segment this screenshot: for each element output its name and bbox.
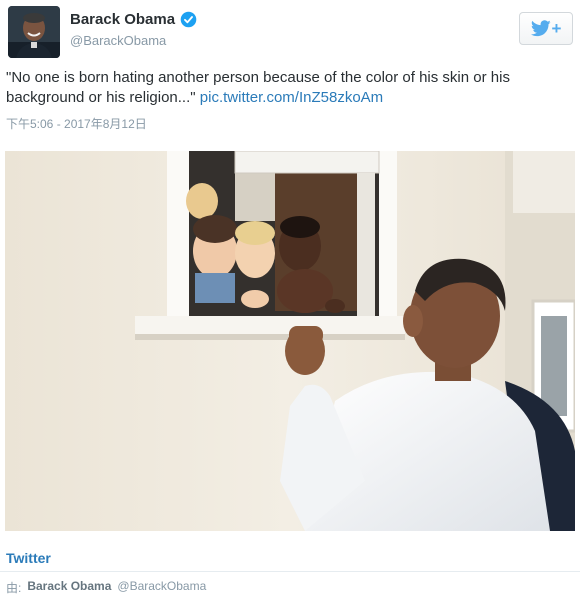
tweet-text: "No one is born hating another person be…	[6, 68, 566, 108]
follow-plus-glyph: +	[551, 19, 562, 38]
byline-prefix: 由:	[6, 581, 22, 595]
footer-divider	[0, 571, 580, 572]
byline: 由: Barack Obama @BarackObama	[6, 579, 206, 596]
author-display-name[interactable]: Barack Obama	[70, 11, 175, 28]
follow-button[interactable]: +	[519, 12, 573, 45]
author-handle[interactable]: @BarackObama	[70, 33, 166, 48]
tweet-media-link[interactable]: pic.twitter.com/InZ58zkoAm	[200, 89, 383, 106]
embedded-tweet-card: Barack Obama @BarackObama + "No one is b…	[0, 0, 580, 600]
verified-badge-icon	[180, 11, 197, 28]
tweet-timestamp[interactable]: 下午5:06 - 2017年8月12日	[6, 115, 147, 132]
author-name-row[interactable]: Barack Obama	[70, 11, 197, 28]
source-twitter-link[interactable]: Twitter	[6, 550, 51, 566]
twitter-bird-icon	[530, 20, 551, 37]
author-avatar[interactable]	[8, 6, 60, 58]
avatar-image	[8, 6, 60, 58]
tweet-photo[interactable]	[5, 151, 575, 531]
byline-handle[interactable]: @BarackObama	[117, 579, 206, 596]
byline-name[interactable]: Barack Obama	[27, 579, 111, 596]
photo-image	[5, 151, 575, 531]
